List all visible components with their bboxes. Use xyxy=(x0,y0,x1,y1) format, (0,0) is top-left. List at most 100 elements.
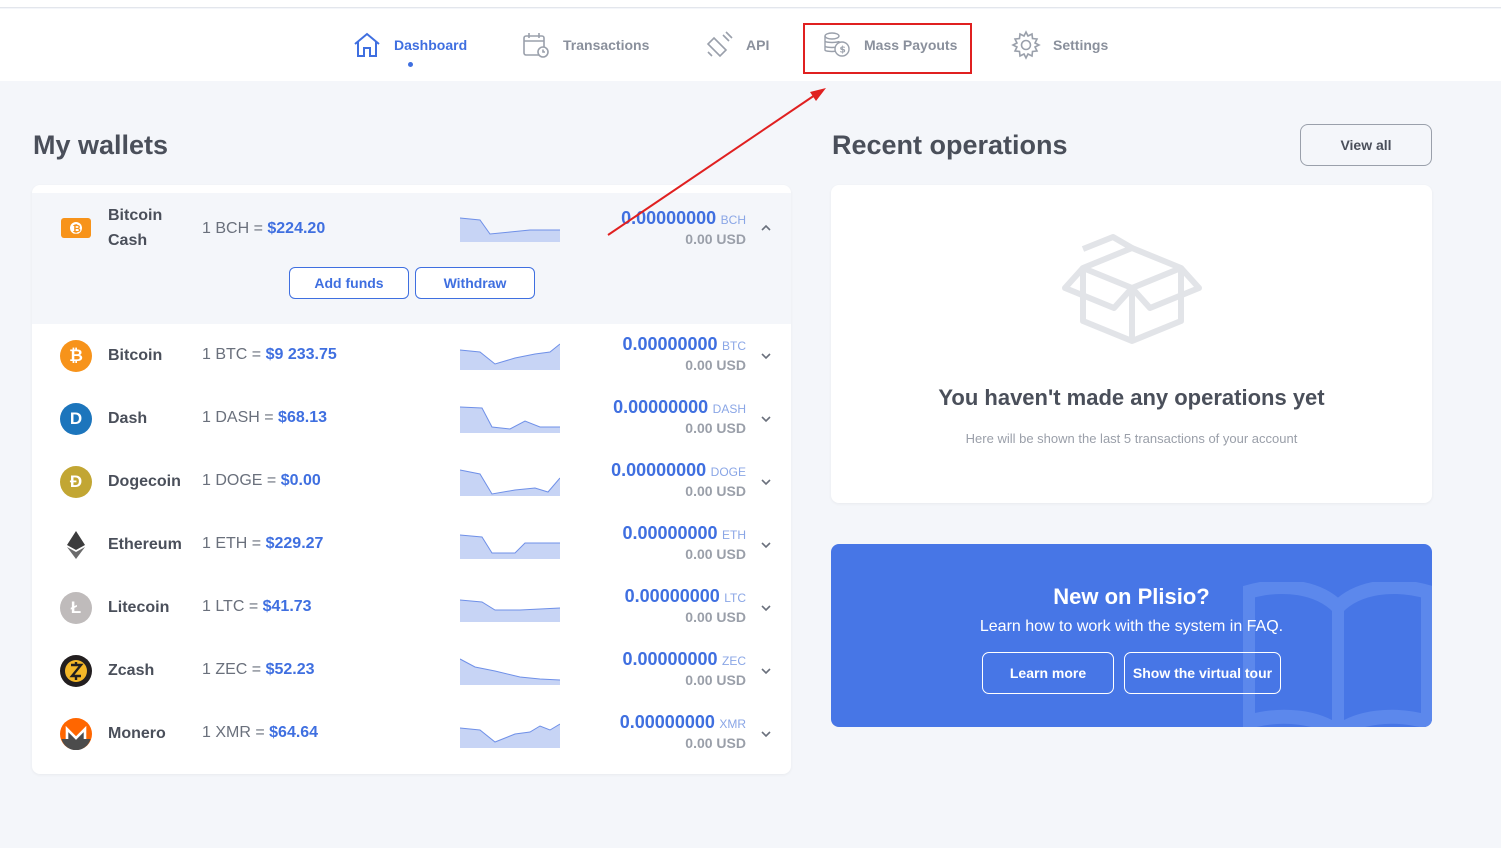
rate-prefix: 1 ZEC = xyxy=(202,661,262,678)
wallet-name: Monero xyxy=(108,725,166,742)
balance-usd: 0.00 USD xyxy=(685,231,746,247)
wallet-balance: 0.00000000 XMR 0.00 USD xyxy=(620,712,746,751)
recent-operations-card: You haven't made any operations yet Here… xyxy=(831,185,1432,503)
nav-api[interactable]: API xyxy=(704,29,769,61)
wallet-row-eth[interactable]: Ethereum 1 ETH = $229.27 0.00000000 ETH … xyxy=(32,513,791,576)
monero-icon xyxy=(60,718,92,750)
wallet-row-doge[interactable]: Ð Dogecoin 1 DOGE = $0.00 0.00000000 DOG… xyxy=(32,450,791,513)
virtual-tour-button[interactable]: Show the virtual tour xyxy=(1124,652,1281,694)
highlight-annotation xyxy=(803,23,972,74)
wallet-rate: 1 DOGE = $0.00 xyxy=(202,472,321,490)
dogecoin-icon: Ð xyxy=(60,466,92,498)
empty-state-title: You haven't made any operations yet xyxy=(938,385,1325,410)
learn-more-button[interactable]: Learn more xyxy=(982,652,1114,694)
balance-usd: 0.00 USD xyxy=(685,420,746,436)
balance-usd: 0.00 USD xyxy=(685,483,746,499)
litecoin-icon: Ł xyxy=(60,592,92,624)
active-indicator xyxy=(408,62,413,67)
rate-price: $68.13 xyxy=(278,409,327,426)
chevron-down-icon[interactable] xyxy=(760,413,772,425)
nav-dashboard-label: Dashboard xyxy=(394,37,468,53)
chevron-down-icon[interactable] xyxy=(760,350,772,362)
svg-text:₿: ₿ xyxy=(73,223,81,235)
calendar-icon xyxy=(523,33,549,58)
wallet-name: Zcash xyxy=(108,662,155,679)
balance-amount: 0.00000000 xyxy=(622,523,718,543)
empty-state-subtitle: Here will be shown the last 5 transactio… xyxy=(965,431,1298,446)
zcash-icon xyxy=(60,655,92,687)
wallet-rate: 1 ZEC = $52.23 xyxy=(202,661,315,679)
balance-usd: 0.00 USD xyxy=(685,735,746,751)
balance-usd: 0.00 USD xyxy=(685,672,746,688)
nav-api-label: API xyxy=(746,37,770,53)
balance-usd: 0.00 USD xyxy=(685,609,746,625)
recent-title: Recent operations xyxy=(832,130,1068,160)
chevron-up-icon[interactable] xyxy=(760,222,772,234)
wallet-rate: 1 DASH = $68.13 xyxy=(202,409,327,427)
promo-card: New on Plisio? Learn how to work with th… xyxy=(831,544,1432,727)
wallet-row-btc[interactable]: ₿ Bitcoin 1 BTC = $9 233.75 0.00000000 B… xyxy=(32,324,791,387)
sparkline xyxy=(460,343,560,370)
balance-unit: DOGE xyxy=(710,465,746,479)
nav-settings[interactable]: Settings xyxy=(1011,29,1108,61)
wallet-rate: 1 XMR = $64.64 xyxy=(202,724,318,742)
nav-transactions-label: Transactions xyxy=(563,37,650,53)
ethereum-icon xyxy=(60,529,92,561)
rate-price: $0.00 xyxy=(280,472,321,489)
sparkline xyxy=(460,534,560,559)
wallet-rate: 1 BCH = $224.20 xyxy=(202,220,325,238)
balance-unit: BTC xyxy=(722,339,746,353)
wallet-balance: 0.00000000 BCH 0.00 USD xyxy=(621,208,746,247)
wallet-row-bch[interactable]: ₿ Bitcoin Cash 1 BCH = $224.20 0.0000000… xyxy=(32,198,791,261)
add-funds-button[interactable]: Add funds xyxy=(289,267,409,299)
gear-icon xyxy=(1011,30,1041,60)
wallet-row-xmr[interactable]: Monero 1 XMR = $64.64 0.00000000 XMR 0.0… xyxy=(32,702,791,765)
view-all-button[interactable]: View all xyxy=(1300,124,1432,166)
wallet-balance: 0.00000000 ETH 0.00 USD xyxy=(622,523,746,562)
top-border xyxy=(0,0,1501,8)
nav-settings-label: Settings xyxy=(1053,37,1109,53)
wallet-name: Dash xyxy=(108,410,148,427)
sparkline xyxy=(460,406,560,433)
balance-unit: ETH xyxy=(722,528,746,542)
rate-prefix: 1 BCH = xyxy=(202,220,263,237)
chevron-down-icon[interactable] xyxy=(760,476,772,488)
balance-unit: DASH xyxy=(712,402,746,416)
rate-prefix: 1 LTC = xyxy=(202,598,259,615)
top-nav: Dashboard Transactions API $ Mass Payout… xyxy=(0,9,1501,81)
bitcoin-icon: ₿ xyxy=(60,340,92,372)
balance-amount: 0.00000000 xyxy=(621,208,717,228)
balance-unit: LTC xyxy=(724,591,746,605)
rate-prefix: 1 XMR = xyxy=(202,724,265,741)
wallet-balance: 0.00000000 DASH 0.00 USD xyxy=(613,397,746,436)
wallet-rate: 1 ETH = $229.27 xyxy=(202,535,323,553)
rate-price: $9 233.75 xyxy=(265,346,337,363)
bitcoin-cash-icon: ₿ xyxy=(60,212,92,244)
promo-subtitle: Learn how to work with the system in FAQ… xyxy=(979,618,1284,635)
nav-transactions[interactable]: Transactions xyxy=(521,29,649,61)
chevron-down-icon[interactable] xyxy=(760,728,772,740)
wallet-row-dash[interactable]: D Dash 1 DASH = $68.13 0.00000000 DASH 0… xyxy=(32,387,791,450)
rate-prefix: 1 DOGE = xyxy=(202,472,277,489)
nav-dashboard[interactable]: Dashboard xyxy=(352,29,467,61)
wallets-title: My wallets xyxy=(33,130,169,160)
sparkline xyxy=(460,217,560,242)
rate-price: $229.27 xyxy=(265,535,324,552)
balance-usd: 0.00 USD xyxy=(685,546,746,562)
balance-amount: 0.00000000 xyxy=(622,649,718,669)
withdraw-button[interactable]: Withdraw xyxy=(415,267,535,299)
wallets-card: ₿ Bitcoin Cash 1 BCH = $224.20 0.0000000… xyxy=(32,185,791,774)
balance-amount: 0.00000000 xyxy=(613,397,709,417)
chevron-down-icon[interactable] xyxy=(760,665,772,677)
wallet-name: Bitcoin Cash xyxy=(108,207,163,249)
wallet-row-ltc[interactable]: Ł Litecoin 1 LTC = $41.73 0.00000000 LTC… xyxy=(32,576,791,639)
empty-box-icon xyxy=(1062,234,1202,344)
wallet-name: Dogecoin xyxy=(108,473,181,490)
rate-price: $64.64 xyxy=(269,724,319,741)
chevron-down-icon[interactable] xyxy=(760,602,772,614)
wallet-row-zec[interactable]: Zcash 1 ZEC = $52.23 0.00000000 ZEC 0.00… xyxy=(32,639,791,702)
chevron-down-icon[interactable] xyxy=(760,539,772,551)
wallet-balance: 0.00000000 ZEC 0.00 USD xyxy=(622,649,746,688)
home-icon xyxy=(354,32,380,57)
wallet-balance: 0.00000000 DOGE 0.00 USD xyxy=(611,460,746,499)
